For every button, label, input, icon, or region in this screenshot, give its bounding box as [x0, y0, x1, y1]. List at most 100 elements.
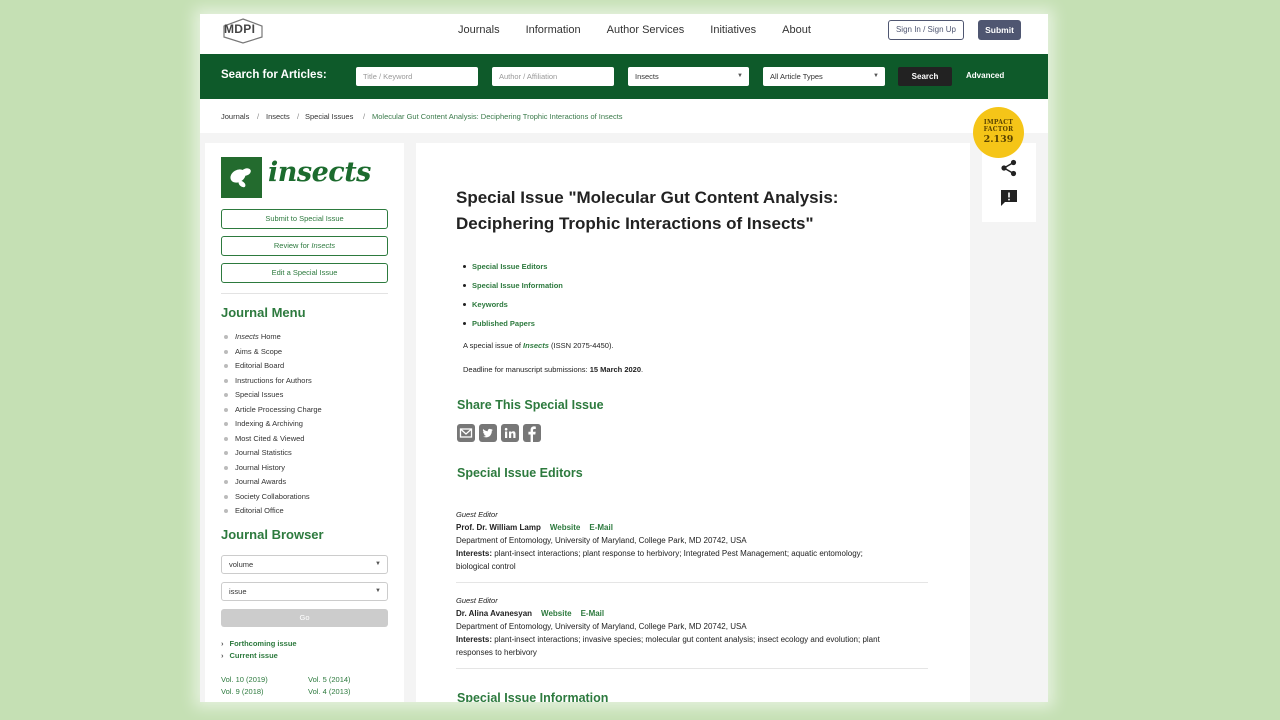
impact-value: 2.139	[983, 134, 1014, 145]
factor-label: FACTOR	[983, 126, 1014, 133]
volume-select[interactable]: volume ▼	[221, 555, 388, 574]
menu-item-most-cited[interactable]: Most Cited & Viewed	[221, 432, 322, 447]
menu-item-statistics[interactable]: Journal Statistics	[221, 446, 322, 461]
issn-suffix: (ISSN 2075-4450).	[548, 341, 614, 350]
submit-to-special-issue-button[interactable]: Submit to Special Issue	[221, 209, 388, 229]
journal-sidebar: insects Submit to Special Issue Review f…	[205, 143, 404, 702]
deadline-suffix: .	[641, 365, 644, 374]
menu-home-suffix: Home	[258, 332, 281, 341]
nav-information[interactable]: Information	[526, 24, 581, 36]
toc-published-papers[interactable]: Published Papers	[461, 317, 563, 336]
breadcrumb-insects[interactable]: Insects	[266, 112, 290, 121]
issue-select[interactable]: issue ▼	[221, 582, 388, 601]
volume-link[interactable]: Vol. 5 (2014)	[308, 675, 351, 684]
editor-affiliation: Department of Entomology, University of …	[456, 536, 747, 545]
submit-button[interactable]: Submit	[978, 20, 1021, 40]
menu-item-instructions[interactable]: Instructions for Authors	[221, 374, 322, 389]
insects-logo-icon[interactable]	[221, 157, 262, 198]
editor-name-row: Dr. Alina Avanesyan Website E-Mail	[456, 607, 928, 620]
volume-link[interactable]: Vol. 9 (2018)	[221, 687, 264, 696]
browser-page: MDPI Journals Information Author Service…	[200, 14, 1048, 702]
volume-link[interactable]: Vol. 4 (2013)	[308, 687, 351, 696]
editor-interests-cont: responses to herbivory	[456, 648, 537, 657]
menu-item-society[interactable]: Society Collaborations	[221, 490, 322, 505]
chevron-down-icon: ▼	[375, 561, 381, 567]
twitter-icon[interactable]	[479, 424, 497, 442]
toc-editors[interactable]: Special Issue Editors	[461, 260, 563, 279]
page-title: Special Issue "Molecular Gut Content Ana…	[456, 185, 926, 237]
editor-interests-cont: biological control	[456, 562, 516, 571]
editor-email-link[interactable]: E-Mail	[581, 609, 605, 618]
breadcrumb-special-issues[interactable]: Special Issues	[305, 112, 353, 121]
journal-name[interactable]: insects	[268, 157, 371, 188]
interests-text: plant-insect interactions; invasive spec…	[492, 635, 880, 644]
impact-factor-badge[interactable]: IMPACT FACTOR 2.139	[973, 107, 1024, 158]
editor-website-link[interactable]: Website	[541, 609, 572, 618]
menu-item-home[interactable]: Insects Home	[221, 330, 322, 345]
editors-heading: Special Issue Editors	[457, 466, 583, 480]
editor-website-link[interactable]: Website	[550, 523, 581, 532]
deadline-prefix: Deadline for manuscript submissions:	[463, 365, 590, 374]
share-icon[interactable]	[1000, 159, 1018, 182]
chevron-right-icon: ›	[221, 639, 224, 648]
breadcrumb-journals[interactable]: Journals	[221, 112, 249, 121]
journal-select[interactable]: Insects ▼	[628, 67, 749, 86]
article-type-select[interactable]: All Article Types ▼	[763, 67, 885, 86]
title-line: Special Issue "Molecular Gut Content Ana…	[456, 188, 839, 207]
menu-item-indexing[interactable]: Indexing & Archiving	[221, 417, 322, 432]
editor-role: Guest Editor	[456, 596, 498, 605]
article-search-bar: Search for Articles: Title / Keyword Aut…	[200, 54, 1048, 99]
breadcrumb: Journals / Insects / Special Issues / Mo…	[200, 99, 1048, 133]
share-icons	[457, 424, 541, 442]
sign-in-button[interactable]: Sign In / Sign Up	[888, 20, 964, 40]
forthcoming-issue-link[interactable]: › Forthcoming issue	[221, 639, 297, 648]
current-issue-link[interactable]: › Current issue	[221, 651, 278, 660]
issue-select-value: issue	[229, 587, 247, 596]
editor-name: Dr. Alina Avanesyan	[456, 609, 533, 618]
review-button[interactable]: Review for Insects	[221, 236, 388, 256]
nav-author-services[interactable]: Author Services	[607, 24, 685, 36]
author-affiliation-input[interactable]: Author / Affiliation	[492, 67, 614, 86]
nav-initiatives[interactable]: Initiatives	[710, 24, 756, 36]
go-button[interactable]: Go	[221, 609, 388, 627]
nav-journals[interactable]: Journals	[458, 24, 500, 36]
menu-item-history[interactable]: Journal History	[221, 461, 322, 476]
table-of-contents: Special Issue Editors Special Issue Info…	[461, 260, 563, 336]
issn-journal-link[interactable]: Insects	[523, 341, 549, 350]
menu-item-apc[interactable]: Article Processing Charge	[221, 403, 322, 418]
feedback-icon[interactable]	[1000, 189, 1018, 212]
email-icon[interactable]	[457, 424, 475, 442]
menu-item-editorial-office[interactable]: Editorial Office	[221, 504, 322, 519]
information-heading: Special Issue Information	[457, 691, 609, 702]
article-type-value: All Article Types	[770, 72, 823, 81]
title-keyword-input[interactable]: Title / Keyword	[356, 67, 478, 86]
forthcoming-label: Forthcoming issue	[229, 639, 297, 648]
menu-item-awards[interactable]: Journal Awards	[221, 475, 322, 490]
edit-special-issue-button[interactable]: Edit a Special Issue	[221, 263, 388, 283]
chevron-down-icon: ▼	[375, 588, 381, 594]
toc-keywords[interactable]: Keywords	[461, 298, 563, 317]
share-heading: Share This Special Issue	[457, 398, 604, 412]
breadcrumb-separator: /	[297, 112, 300, 121]
top-navigation: MDPI Journals Information Author Service…	[200, 14, 1048, 54]
issn-text: A special issue of Insects (ISSN 2075-44…	[463, 341, 614, 350]
volume-select-value: volume	[229, 560, 254, 569]
divider	[456, 582, 928, 583]
mdpi-logo-text: MDPI	[224, 22, 256, 36]
breadcrumb-separator: /	[363, 112, 366, 121]
search-button[interactable]: Search	[898, 67, 952, 86]
editor-email-link[interactable]: E-Mail	[589, 523, 613, 532]
menu-item-aims[interactable]: Aims & Scope	[221, 345, 322, 360]
linkedin-icon[interactable]	[501, 424, 519, 442]
nav-about[interactable]: About	[782, 24, 811, 36]
facebook-icon[interactable]	[523, 424, 541, 442]
volume-link[interactable]: Vol. 10 (2019)	[221, 675, 268, 684]
issn-prefix: A special issue of	[463, 341, 524, 350]
toc-information[interactable]: Special Issue Information	[461, 279, 563, 298]
main-nav: Journals Information Author Services Ini…	[458, 24, 811, 36]
menu-item-editorial-board[interactable]: Editorial Board	[221, 359, 322, 374]
menu-item-special-issues[interactable]: Special Issues	[221, 388, 322, 403]
advanced-search-link[interactable]: Advanced	[966, 71, 1004, 80]
interests-text: plant-insect interactions; plant respons…	[492, 549, 863, 558]
editor-block: Guest Editor Dr. Alina Avanesyan Website E…	[456, 594, 928, 659]
